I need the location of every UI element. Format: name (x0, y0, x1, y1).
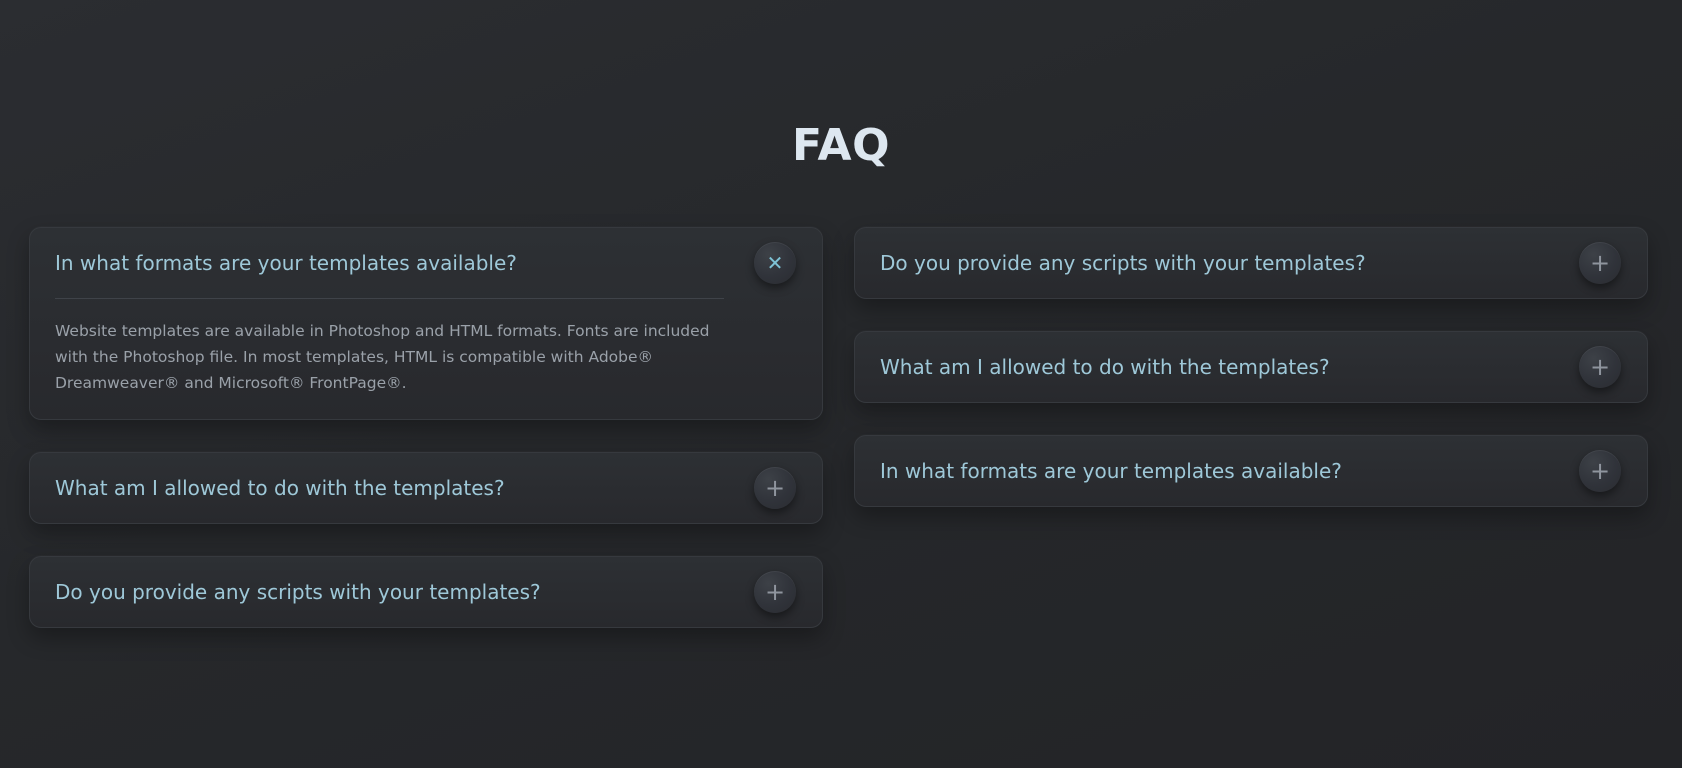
faq-item: In what formats are your templates avail… (29, 227, 823, 420)
faq-question: What am I allowed to do with the templat… (55, 476, 505, 500)
faq-question: Do you provide any scripts with your tem… (880, 251, 1366, 275)
faq-question: Do you provide any scripts with your tem… (55, 580, 541, 604)
faq-question-row[interactable]: In what formats are your templates avail… (30, 228, 822, 298)
faq-answer: Website templates are available in Photo… (55, 322, 710, 392)
plus-icon[interactable]: + (754, 571, 796, 613)
close-icon[interactable]: ✕ (754, 242, 796, 284)
faq-column-left: In what formats are your templates avail… (29, 227, 823, 628)
plus-icon[interactable]: + (1579, 450, 1621, 492)
faq-item: What am I allowed to do with the templat… (854, 331, 1648, 403)
faq-item: Do you provide any scripts with your tem… (854, 227, 1648, 299)
faq-question-row[interactable]: Do you provide any scripts with your tem… (855, 228, 1647, 298)
page-title: FAQ (792, 120, 890, 171)
plus-icon[interactable]: + (1579, 242, 1621, 284)
faq-item: What am I allowed to do with the templat… (29, 452, 823, 524)
faq-question: In what formats are your templates avail… (55, 251, 517, 275)
plus-icon[interactable]: + (1579, 346, 1621, 388)
faq-item: In what formats are your templates avail… (854, 435, 1648, 507)
faq-item: Do you provide any scripts with your tem… (29, 556, 823, 628)
faq-question-row[interactable]: What am I allowed to do with the templat… (30, 453, 822, 523)
faq-question-row[interactable]: What am I allowed to do with the templat… (855, 332, 1647, 402)
faq-question: In what formats are your templates avail… (880, 459, 1342, 483)
faq-question-row[interactable]: In what formats are your templates avail… (855, 436, 1647, 506)
faq-question: What am I allowed to do with the templat… (880, 355, 1330, 379)
faq-column-right: Do you provide any scripts with your tem… (854, 227, 1648, 507)
plus-icon[interactable]: + (754, 467, 796, 509)
faq-question-row[interactable]: Do you provide any scripts with your tem… (30, 557, 822, 627)
